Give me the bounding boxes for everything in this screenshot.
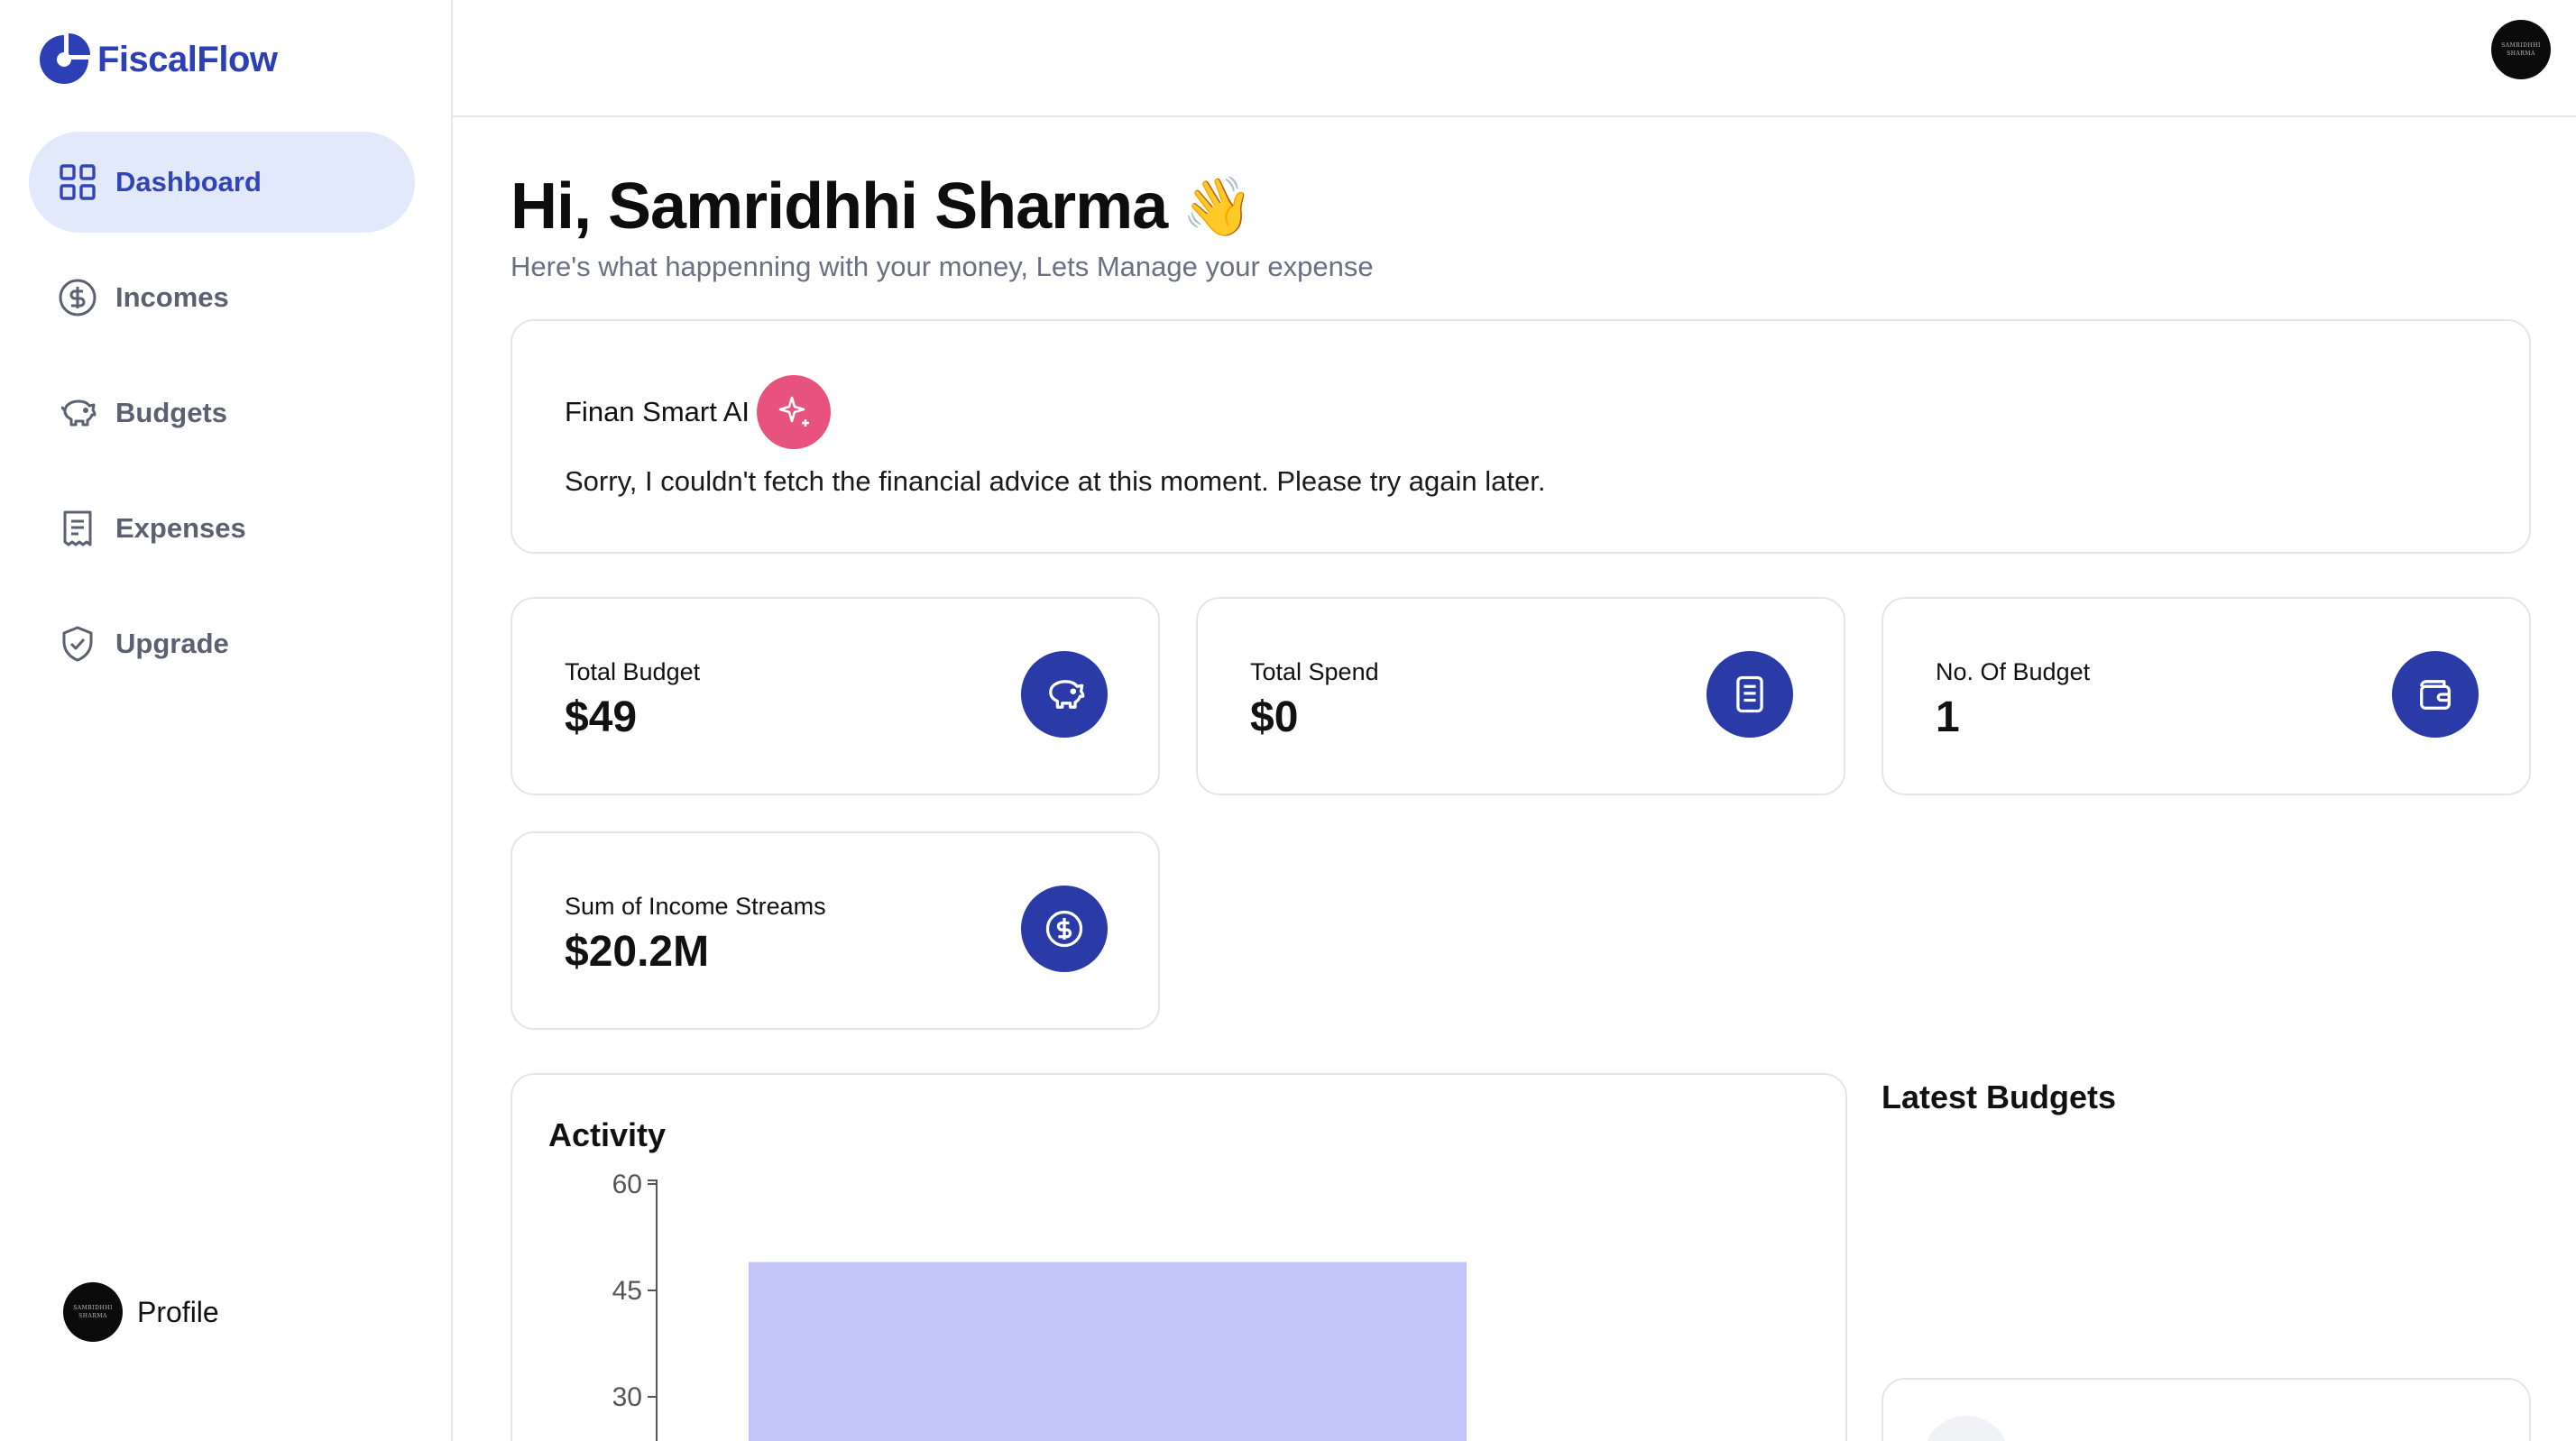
avatar: SAMRIDHHI SHARMA bbox=[63, 1282, 123, 1342]
stat-label: Total Budget bbox=[565, 658, 701, 685]
stat-value: $0 bbox=[1250, 693, 1299, 741]
shield-check-icon bbox=[58, 624, 97, 664]
piggy-bank-icon bbox=[1021, 651, 1108, 738]
activity-bar[interactable] bbox=[749, 1262, 1467, 1441]
ai-card-title: Finan Smart AI bbox=[565, 396, 750, 427]
budget-icon-placeholder bbox=[1923, 1416, 2010, 1441]
sidebar-item-label: Dashboard bbox=[115, 166, 262, 197]
sidebar-item-label: Expenses bbox=[115, 512, 246, 544]
profile-label: Profile bbox=[137, 1295, 219, 1328]
activity-chart: 60 45 30 bbox=[612, 1170, 1467, 1441]
ai-card-header: Finan Smart AI bbox=[565, 375, 832, 449]
sidebar-item-label: Incomes bbox=[115, 281, 229, 313]
app-logo[interactable]: FiscalFlow bbox=[34, 29, 278, 90]
receipt-icon bbox=[58, 509, 97, 548]
sidebar-item-incomes[interactable]: Incomes bbox=[29, 247, 415, 348]
stat-label: No. Of Budget bbox=[1936, 658, 2091, 685]
stat-value: $20.2M bbox=[565, 928, 710, 976]
stat-label: Total Spend bbox=[1250, 658, 1379, 685]
greeting-text: Hi, Samridhhi Sharma bbox=[511, 170, 1168, 243]
y-tick-label: 30 bbox=[612, 1382, 642, 1412]
latest-budget-card[interactable] bbox=[1881, 1378, 2531, 1441]
receipt-icon bbox=[1707, 651, 1793, 738]
stat-value: $49 bbox=[565, 693, 638, 741]
user-avatar-button[interactable]: SAMRIDHHI SHARMA bbox=[2491, 20, 2551, 79]
sidebar: FiscalFlow Dashboard Incomes Budgets Exp… bbox=[0, 0, 453, 1441]
stat-card-income-streams: Sum of Income Streams $20.2M bbox=[511, 831, 1160, 1030]
y-axis-line bbox=[648, 1179, 658, 1441]
dollar-circle-icon bbox=[1021, 886, 1108, 972]
stat-card-total-budget: Total Budget $49 bbox=[511, 597, 1160, 795]
stat-card-number-of-budgets: No. Of Budget 1 bbox=[1881, 597, 2531, 795]
ai-advice-card: Finan Smart AI Sorry, I couldn't fetch t… bbox=[511, 319, 2531, 554]
y-tick-label: 60 bbox=[612, 1170, 642, 1199]
sidebar-item-upgrade[interactable]: Upgrade bbox=[29, 593, 415, 694]
app-name: FiscalFlow bbox=[97, 39, 278, 79]
y-tick-label: 45 bbox=[612, 1276, 642, 1306]
sidebar-item-label: Budgets bbox=[115, 397, 227, 428]
stat-value: 1 bbox=[1936, 693, 1960, 741]
profile-link[interactable]: SAMRIDHHI SHARMA Profile bbox=[63, 1282, 219, 1342]
latest-budgets-title: Latest Budgets bbox=[1881, 1078, 2117, 1115]
ai-advice-message: Sorry, I couldn't fetch the financial ad… bbox=[565, 465, 1546, 497]
activity-chart-card: Activity 60 45 30 bbox=[511, 1073, 1847, 1441]
sidebar-item-budgets[interactable]: Budgets bbox=[29, 363, 415, 464]
waving-hand-icon: 👋 bbox=[1182, 173, 1254, 239]
dollar-circle-icon bbox=[58, 278, 97, 317]
top-bar: SAMRIDHHI SHARMA bbox=[453, 0, 2576, 117]
stat-card-total-spend: Total Spend $0 bbox=[1196, 597, 1845, 795]
sidebar-item-expenses[interactable]: Expenses bbox=[29, 478, 415, 579]
piggy-bank-icon bbox=[58, 393, 97, 433]
sidebar-item-label: Upgrade bbox=[115, 628, 229, 659]
logo-icon bbox=[34, 30, 94, 89]
page-title: Hi, Samridhhi Sharma 👋 bbox=[511, 170, 1254, 243]
wallet-icon bbox=[2392, 651, 2479, 738]
page-subtitle: Here's what happenning with your money, … bbox=[511, 251, 1374, 282]
grid-icon bbox=[58, 162, 97, 202]
sidebar-item-dashboard[interactable]: Dashboard bbox=[29, 132, 415, 233]
stat-label: Sum of Income Streams bbox=[565, 893, 826, 920]
sparkle-icon bbox=[757, 375, 832, 449]
